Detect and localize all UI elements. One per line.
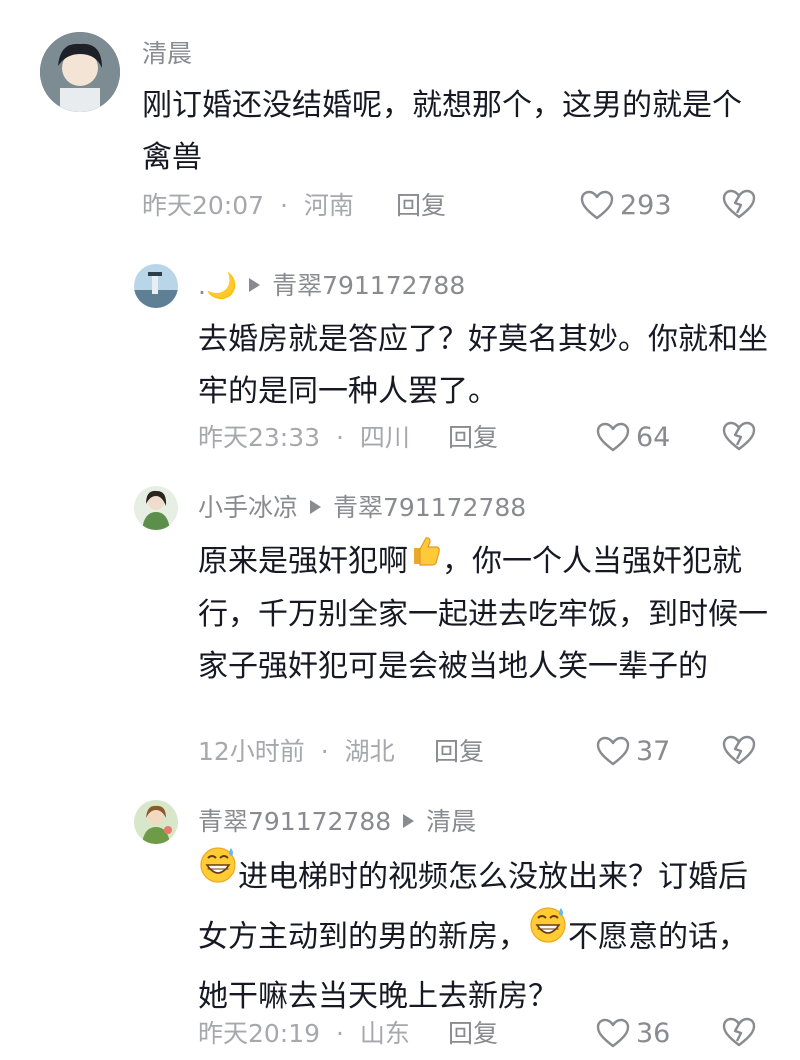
like-count: 37	[636, 736, 671, 767]
broken-heart-icon	[722, 421, 756, 451]
like-button[interactable]: 37	[596, 734, 670, 770]
comment-username[interactable]: 清晨	[142, 36, 192, 72]
comment-username[interactable]: 小手冰凉	[198, 493, 298, 522]
comment-location: 河南	[303, 191, 354, 220]
like-button[interactable]: 36	[596, 1016, 670, 1052]
grinning-sweat-icon	[198, 844, 238, 904]
comment-username[interactable]: 青翠791172788	[198, 807, 391, 836]
comment-meta: 昨天20:07 · 河南	[142, 188, 354, 224]
like-button[interactable]: 293	[580, 188, 672, 224]
broken-heart-icon	[722, 189, 756, 219]
avatar[interactable]	[40, 32, 120, 112]
comment-meta: 昨天23:33 · 四川	[198, 420, 410, 456]
comment-text: 进电梯时的视频怎么没放出来？订婚后女方主动到的男的新房， 不愿意的话，她干嘛去当天…	[198, 847, 758, 1026]
reply-to-username[interactable]: 青翠791172788	[272, 271, 465, 300]
comment-time: 12小时前	[198, 737, 305, 766]
reply-button[interactable]: 回复	[434, 734, 484, 770]
reply-arrow-icon	[403, 814, 415, 828]
comment-item: 青翠791172788 清晨 进电梯时的视频怎么没放出来？订婚后女方主动到的男的新…	[0, 790, 800, 1060]
comment-time: 昨天20:19	[198, 1019, 321, 1048]
heart-icon	[596, 1018, 630, 1047]
meta-separator: ·	[336, 423, 344, 452]
comment-location: 湖北	[344, 737, 395, 766]
reply-arrow-icon	[310, 500, 322, 514]
reply-to-username[interactable]: 青翠791172788	[333, 493, 526, 522]
heart-icon	[596, 736, 630, 765]
comment-username-line: 小手冰凉 青翠791172788	[198, 490, 526, 526]
like-button[interactable]: 64	[596, 420, 670, 456]
meta-separator: ·	[320, 737, 329, 766]
reply-button[interactable]: 回复	[396, 188, 446, 224]
avatar[interactable]	[134, 800, 178, 844]
comment-location: 山东	[359, 1019, 410, 1048]
dislike-button[interactable]	[722, 420, 756, 456]
reply-button[interactable]: 回复	[448, 420, 498, 456]
comment-text: 去婚房就是答应了？好莫名其妙。你就和坐牢的是同一种人罢了。	[198, 322, 768, 409]
comment-item: .🌙 青翠791172788 去婚房就是答应了？好莫名其妙。你就和坐牢的是同一种人…	[0, 250, 800, 470]
comment-username-line: 青翠791172788 清晨	[198, 804, 476, 840]
meta-separator: ·	[336, 1019, 344, 1048]
dislike-button[interactable]	[722, 188, 756, 224]
comment-meta: 昨天20:19 · 山东	[198, 1016, 410, 1052]
avatar[interactable]	[134, 264, 178, 308]
like-count: 36	[636, 1018, 671, 1049]
comment-username[interactable]: .🌙	[198, 271, 237, 300]
comment-username-line: .🌙 青翠791172788	[198, 268, 465, 304]
heart-icon	[580, 190, 614, 219]
comment-text-part: 原来是强奸犯啊	[198, 544, 408, 579]
comment-meta: 12小时前 · 湖北	[198, 734, 395, 770]
meta-separator: ·	[280, 191, 288, 220]
comment-item: 小手冰凉 青翠791172788 原来是强奸犯啊 ，你一个人当强奸犯就行，千万别全家…	[0, 480, 800, 780]
dislike-button[interactable]	[722, 1016, 756, 1052]
broken-heart-icon	[722, 735, 756, 765]
broken-heart-icon	[722, 1017, 756, 1047]
reply-to-username[interactable]: 清晨	[426, 807, 476, 836]
grinning-sweat-icon	[528, 904, 568, 964]
dislike-button[interactable]	[722, 734, 756, 770]
comment-time: 昨天23:33	[198, 423, 321, 452]
comment-location: 四川	[359, 423, 410, 452]
comment-time: 昨天20:07	[142, 191, 265, 220]
like-count: 64	[636, 422, 671, 453]
thumbs-up-icon	[408, 533, 442, 585]
comment-item: 清晨 刚订婚还没结婚呢，就想那个，这男的就是个禽兽 昨天20:07 · 河南 回…	[0, 0, 800, 250]
reply-button[interactable]: 回复	[448, 1016, 498, 1052]
reply-arrow-icon	[249, 278, 261, 292]
heart-icon	[596, 422, 630, 451]
comment-text: 刚订婚还没结婚呢，就想那个，这男的就是个禽兽	[142, 88, 742, 175]
comment-text: 原来是强奸犯啊 ，你一个人当强奸犯就行，千万别全家一起进去吃牢饭，到时候一家子强奸…	[198, 536, 768, 693]
like-count: 293	[620, 190, 672, 221]
avatar[interactable]	[134, 486, 178, 530]
